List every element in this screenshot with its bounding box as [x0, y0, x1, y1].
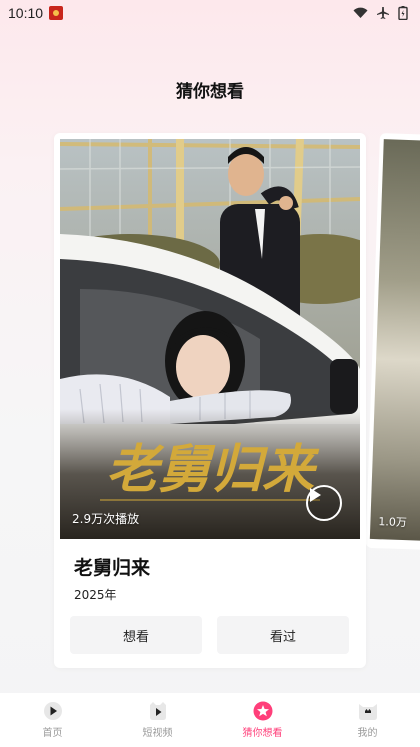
movie-card[interactable]: 老舅归来 2.9万次播放 老舅归来 2025年 想看 看过 — [54, 133, 366, 668]
next-movie-poster[interactable] — [369, 139, 420, 541]
battery-icon — [398, 6, 408, 20]
nav-label-short-video: 短视频 — [142, 728, 173, 739]
nav-item-guess[interactable]: 猜你想看 — [210, 693, 315, 747]
next-movie-card[interactable]: 1.0万 — [365, 133, 420, 550]
nav-label-home: 首页 — [42, 728, 63, 739]
status-bar: 10:10 — [0, 0, 420, 26]
status-time: 10:10 — [8, 5, 44, 21]
short-video-icon — [147, 701, 169, 721]
wifi-icon — [353, 7, 368, 19]
page-title: 猜你想看 — [176, 82, 244, 102]
movie-title: 老舅归来 — [74, 557, 151, 579]
watched-button[interactable]: 看过 — [217, 616, 349, 654]
poster-illustration: 老舅归来 — [60, 139, 360, 539]
cat-profile-icon — [357, 701, 379, 721]
play-count: 2.9万次播放 — [72, 512, 140, 526]
nav-item-mine[interactable]: 我的 — [315, 693, 420, 747]
poster-title-art: 老舅归来 — [106, 439, 320, 500]
nav-item-home[interactable]: 首页 — [0, 693, 105, 747]
guess-flower-icon — [252, 701, 274, 721]
nav-item-short-video[interactable]: 短视频 — [105, 693, 210, 747]
movie-year: 2025年 — [74, 588, 117, 602]
home-play-icon — [42, 701, 64, 721]
nav-label-mine: 我的 — [357, 728, 378, 739]
bottom-nav: 首页 短视频 猜你想看 我的 — [0, 693, 420, 747]
movie-poster[interactable]: 老舅归来 2.9万次播放 — [60, 139, 360, 539]
next-play-count: 1.0万 — [378, 515, 408, 530]
want-to-watch-button[interactable]: 想看 — [70, 616, 202, 654]
app-notification-icon — [49, 6, 64, 20]
play-button[interactable] — [306, 485, 342, 521]
airplane-mode-icon — [377, 7, 389, 19]
play-icon — [310, 488, 321, 502]
nav-label-guess: 猜你想看 — [242, 728, 283, 739]
